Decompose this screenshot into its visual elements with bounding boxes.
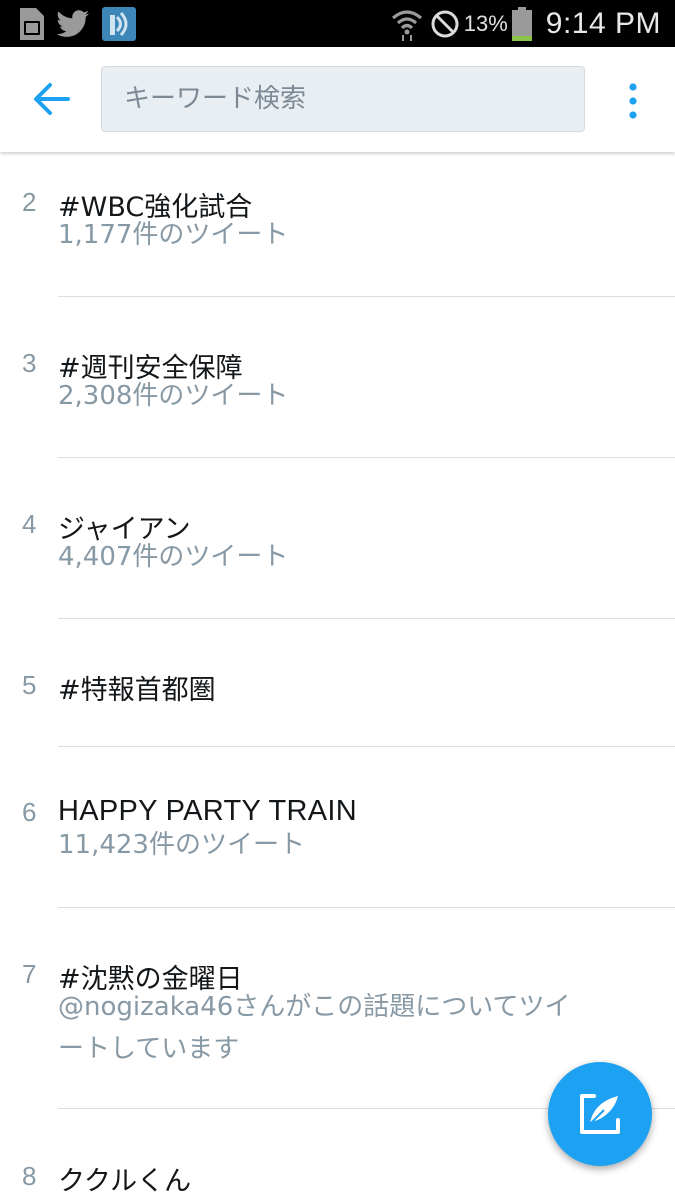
trend-rank: 7	[22, 959, 37, 989]
clock: 9:14 PM	[545, 6, 661, 40]
trend-rank: 5	[22, 670, 37, 700]
trend-context: @nogizaka46さんがこの話題についてツイートしています	[58, 992, 571, 1064]
trend-item[interactable]: 6 HAPPY PARTY TRAIN 11,423件のツイート	[0, 746, 675, 908]
trend-rank: 2	[22, 187, 37, 217]
trend-list: 2 #WBC強化試合 1,177件のツイート 3 #週刊安全保障 2,308件の…	[0, 152, 675, 1200]
trend-item[interactable]: 4 ジャイアン 4,407件のツイート	[0, 458, 675, 619]
search-input[interactable]	[101, 66, 585, 132]
trend-name: #特報首都圏	[58, 675, 216, 706]
back-arrow-icon[interactable]	[30, 81, 74, 117]
trend-tweet-count: 2,308件のツイート	[58, 381, 289, 411]
sim-card-icon	[20, 8, 44, 40]
twitter-bird-icon	[56, 10, 89, 37]
trend-rank: 3	[22, 348, 37, 378]
trend-rank: 4	[22, 509, 37, 539]
battery-icon	[511, 6, 532, 41]
trend-item[interactable]: 5 #特報首都圏	[0, 619, 675, 747]
wifi-icon	[391, 9, 422, 41]
trend-tweet-count: 4,407件のツイート	[58, 542, 289, 572]
trend-tweet-count: 1,177件のツイート	[58, 220, 289, 250]
status-bar: 13% 9:14 PM	[0, 0, 675, 47]
trend-item[interactable]: 2 #WBC強化試合 1,177件のツイート	[0, 152, 675, 297]
trend-item[interactable]: 3 #週刊安全保障 2,308件のツイート	[0, 297, 675, 458]
trend-name: ククルくん	[58, 1166, 192, 1197]
radio-app-icon	[102, 7, 136, 41]
battery-percent: 13%	[463, 10, 508, 36]
trend-tweet-count: 11,423件のツイート	[58, 830, 305, 860]
compose-tweet-icon	[580, 1094, 620, 1134]
trend-rank: 8	[22, 1161, 37, 1191]
compose-tweet-button[interactable]	[548, 1062, 652, 1166]
more-vertical-icon[interactable]	[620, 81, 646, 121]
status-bar-system: 13% 9:14 PM	[390, 0, 661, 47]
trend-rank: 6	[22, 797, 37, 827]
status-bar-notifications	[16, 7, 136, 41]
app-bar	[0, 47, 675, 152]
do-not-disturb-icon	[431, 10, 459, 37]
